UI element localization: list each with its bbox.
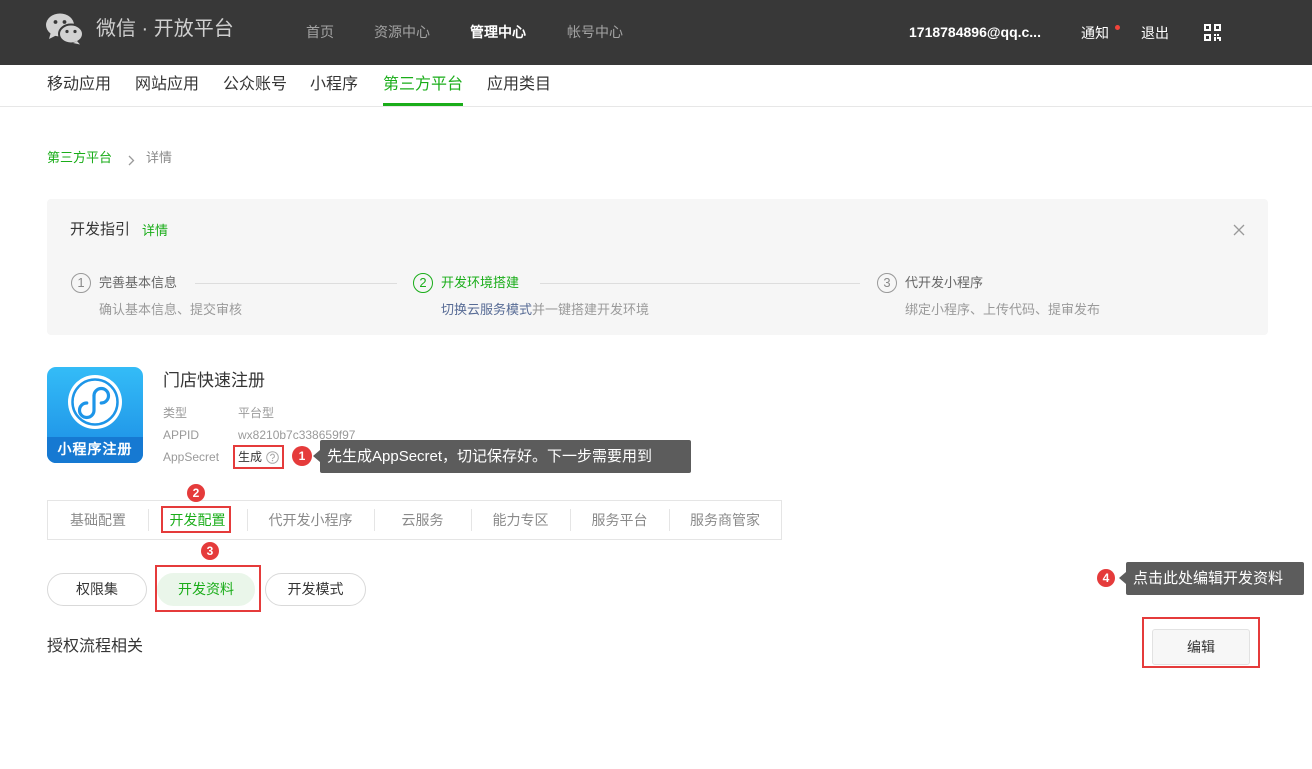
step-2-desc: 切换云服务模式并一键搭建开发环境 (441, 301, 649, 319)
tab-provider-butler[interactable]: 服务商管家 (669, 501, 781, 539)
nav-home[interactable]: 首页 (306, 23, 334, 41)
dev-guide-panel: 开发指引 详情 1 完善基本信息 确认基本信息、提交审核 2 开发环境搭建 切换… (47, 199, 1268, 335)
step-3-number: 3 (877, 273, 897, 293)
notification-link[interactable]: 通知 (1081, 24, 1109, 42)
step-3-desc: 绑定小程序、上传代码、提审发布 (905, 302, 1101, 317)
annotation-tooltip-1: 先生成AppSecret，切记保存好。下一步需要用到 (320, 440, 691, 473)
app-icon: 小程序注册 (47, 367, 143, 463)
tab-capability-zone[interactable]: 能力专区 (471, 501, 570, 539)
chevron-right-icon (128, 153, 135, 166)
close-icon[interactable] (1233, 223, 1245, 236)
tooltip-arrow (1119, 572, 1126, 584)
nav-resource-center[interactable]: 资源中心 (374, 23, 430, 41)
step-connector (195, 283, 397, 284)
step-1-desc: 确认基本信息、提交审核 (99, 302, 243, 317)
subnav-website-app[interactable]: 网站应用 (135, 75, 199, 95)
tab-service-platform[interactable]: 服务平台 (570, 501, 669, 539)
app-name: 门店快速注册 (163, 371, 265, 390)
annotation-badge-3: 3 (201, 542, 219, 560)
breadcrumb-current: 详情 (146, 150, 173, 165)
subtab-dev-mode[interactable]: 开发模式 (265, 573, 366, 606)
config-tabs: 基础配置 开发配置 代开发小程序 云服务 能力专区 服务平台 服务商管家 (47, 500, 782, 540)
tab-proxy-dev-mini-program[interactable]: 代开发小程序 (247, 501, 374, 539)
guide-detail-link[interactable]: 详情 (142, 223, 168, 239)
brand-title[interactable]: 微信 · 开放平台 (96, 16, 234, 42)
subnav-mini-program[interactable]: 小程序 (310, 75, 358, 95)
appid-label: APPID (163, 428, 200, 442)
switch-cloud-mode-link[interactable]: 切换云服务模式 (441, 302, 532, 317)
top-header: 微信 · 开放平台 首页 资源中心 管理中心 帐号中心 1718784896@q… (0, 0, 1312, 65)
step-2-number: 2 (413, 273, 433, 293)
annotation-badge-4: 4 (1097, 569, 1115, 587)
step-1-number: 1 (71, 273, 91, 293)
type-value: 平台型 (238, 406, 275, 420)
nav-management-center[interactable]: 管理中心 (470, 23, 526, 41)
annotation-tooltip-4: 点击此处编辑开发资料 (1126, 562, 1304, 595)
step-2-title: 开发环境搭建 (441, 275, 520, 290)
user-account[interactable]: 1718784896@qq.c... (909, 23, 1049, 41)
tab-basic-config[interactable]: 基础配置 (48, 501, 148, 539)
tooltip-arrow (313, 450, 320, 462)
highlight-edit-button (1142, 617, 1260, 668)
wechat-logo-icon[interactable] (46, 13, 84, 45)
section-title: 授权流程相关 (47, 638, 144, 655)
unread-dot-icon (1115, 25, 1120, 30)
tab-cloud-service[interactable]: 云服务 (374, 501, 471, 539)
nav-account-center[interactable]: 帐号中心 (567, 23, 623, 41)
qr-code-icon[interactable] (1204, 24, 1221, 41)
step-connector (540, 283, 860, 284)
subnav-third-party-platform[interactable]: 第三方平台 (383, 75, 463, 95)
guide-title: 开发指引 (70, 221, 131, 238)
active-tab-underline (383, 103, 463, 106)
step-1-title: 完善基本信息 (99, 275, 178, 290)
highlight-dev-info-subtab (155, 565, 261, 612)
step-2-desc-text: 并一键搭建开发环境 (532, 302, 650, 317)
breadcrumb-parent[interactable]: 第三方平台 (47, 150, 112, 166)
subtab-permission-set[interactable]: 权限集 (47, 573, 147, 606)
step-3-title: 代开发小程序 (905, 275, 984, 290)
subnav-app-category[interactable]: 应用类目 (487, 75, 551, 95)
annotation-badge-2: 2 (187, 484, 205, 502)
appsecret-label: AppSecret (163, 450, 220, 464)
highlight-dev-config-tab (161, 506, 231, 533)
type-label: 类型 (163, 406, 188, 420)
highlight-generate-secret (233, 445, 284, 469)
logout-link[interactable]: 退出 (1141, 24, 1169, 42)
app-icon-caption: 小程序注册 (57, 441, 133, 457)
subnav-official-account[interactable]: 公众账号 (223, 75, 287, 95)
annotation-badge-1: 1 (292, 446, 312, 466)
subnav-mobile-app[interactable]: 移动应用 (47, 75, 111, 95)
sub-nav: 移动应用 网站应用 公众账号 小程序 第三方平台 应用类目 (0, 65, 1312, 107)
